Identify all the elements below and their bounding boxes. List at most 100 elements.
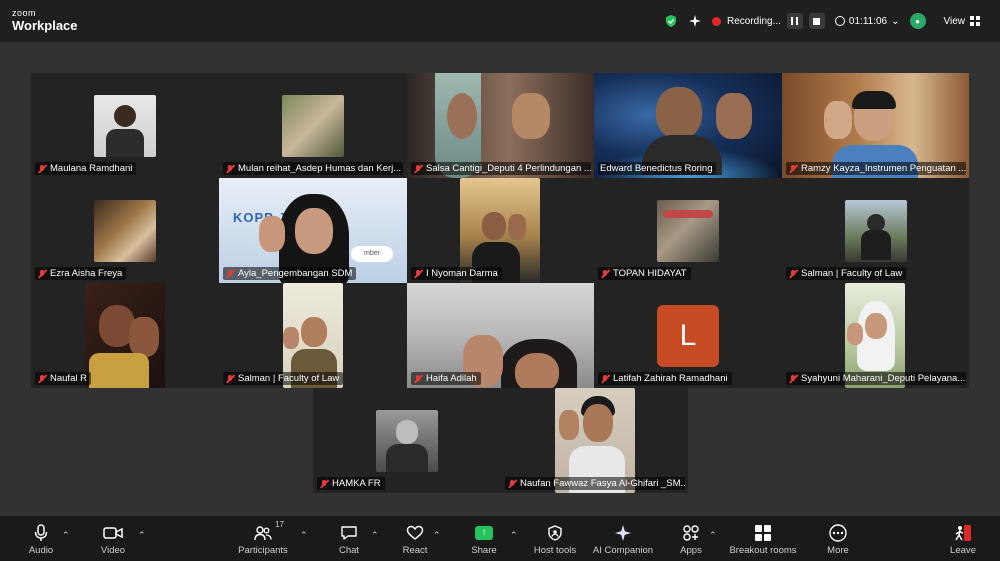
- participant-tile[interactable]: Salman | Faculty of Law: [219, 283, 407, 388]
- top-right-controls: Recording... 01:11:06 ⌄ ● View: [664, 0, 980, 42]
- mic-muted-icon: [225, 269, 235, 279]
- heart-react-icon: [406, 525, 424, 540]
- react-button[interactable]: React: [396, 516, 434, 561]
- participant-tile[interactable]: L Latifah Zahirah Ramadhani: [594, 283, 782, 388]
- breakout-rooms-icon: [755, 524, 771, 541]
- zoom-meeting-window: zoom Workplace Recording... 01:11:06 ⌄ ●…: [0, 0, 1000, 561]
- participant-name: Ramzy Kayza_Instrumen Penguatan ...: [786, 162, 966, 175]
- stop-recording-button[interactable]: [808, 13, 825, 29]
- participant-name: HAMKA FR: [317, 477, 385, 490]
- audio-options-chevron-icon[interactable]: ⌃: [62, 530, 70, 540]
- recording-label: Recording...: [727, 15, 781, 27]
- audio-button[interactable]: Audio: [22, 516, 60, 561]
- breakout-rooms-button[interactable]: Breakout rooms: [728, 516, 798, 561]
- avatar: [282, 95, 344, 157]
- mic-muted-icon: [225, 164, 235, 174]
- apps-options-chevron-icon[interactable]: ⌃: [709, 530, 717, 540]
- participant-tile[interactable]: Syahyuni Maharani_Deputi Pelayana...: [782, 283, 969, 388]
- video-camera-icon: [103, 526, 123, 539]
- video-feed: [85, 283, 165, 388]
- participant-tile[interactable]: Naufal R: [31, 283, 219, 388]
- video-button[interactable]: Video: [94, 516, 132, 561]
- participant-name: Mulan reihat_Asdep Humas dan Kerj...: [223, 162, 403, 175]
- video-label: Video: [100, 544, 126, 556]
- participant-name: Salman | Faculty of Law: [223, 372, 344, 385]
- ai-companion-button[interactable]: AI Companion: [590, 516, 656, 561]
- participants-count: 17: [275, 519, 284, 529]
- participant-tile[interactable]: Naufan Fawwaz Fasya Al-Ghifari _SM...: [501, 388, 688, 493]
- stop-icon: [813, 17, 821, 25]
- cloud-recording-icon: [712, 16, 721, 26]
- participant-tile-active-speaker[interactable]: Edward Benedictus Roring: [594, 73, 782, 178]
- more-button[interactable]: More: [820, 516, 856, 561]
- participant-tile[interactable]: Salsa Cantigi_Deputi 4 Perlindungan ...: [407, 73, 594, 178]
- participants-options-chevron-icon[interactable]: ⌃: [300, 530, 308, 540]
- participant-tile[interactable]: TOPAN HIDAYAT: [594, 178, 782, 283]
- participant-tile[interactable]: Mulan reihat_Asdep Humas dan Kerj...: [219, 73, 407, 178]
- mic-muted-icon: [319, 479, 329, 489]
- participant-tile[interactable]: Salman | Faculty of Law: [782, 178, 969, 283]
- participant-name: Ezra Aisha Freya: [35, 267, 127, 280]
- meeting-timer[interactable]: 01:11:06 ⌄: [834, 15, 900, 27]
- mic-muted-icon: [37, 269, 47, 279]
- participant-tile[interactable]: HAMKA FR: [313, 388, 501, 493]
- mic-muted-icon: [788, 269, 798, 279]
- pause-recording-button[interactable]: [786, 13, 803, 29]
- video-options-chevron-icon[interactable]: ⌃: [138, 530, 146, 540]
- participants-button[interactable]: 17 Participants: [233, 516, 293, 561]
- participants-label: Participants: [238, 544, 288, 556]
- leave-button[interactable]: Leave: [944, 516, 982, 561]
- participant-name: Naufan Fawwaz Fasya Al-Ghifari _SM...: [505, 477, 685, 490]
- audio-label: Audio: [28, 544, 54, 556]
- participant-tile[interactable]: Ezra Aisha Freya: [31, 178, 219, 283]
- participant-name: Maulana Ramdhani: [35, 162, 137, 175]
- mic-muted-icon: [413, 269, 423, 279]
- mic-muted-icon: [37, 374, 47, 384]
- zoom-logo: zoom Workplace: [12, 9, 78, 33]
- share-screen-icon: ↑: [475, 525, 493, 540]
- participant-tile[interactable]: Haifa Adilah: [407, 283, 594, 388]
- mic-muted-icon: [600, 269, 610, 279]
- mic-muted-icon: [600, 374, 610, 384]
- share-label: Share: [471, 544, 497, 556]
- view-button[interactable]: View: [944, 16, 980, 27]
- chat-button[interactable]: Chat: [330, 516, 368, 561]
- react-options-chevron-icon[interactable]: ⌃: [433, 530, 441, 540]
- avatar: [845, 200, 907, 262]
- breakout-rooms-label: Breakout rooms: [729, 544, 797, 556]
- leave-label: Leave: [950, 544, 976, 556]
- top-bar: zoom Workplace Recording... 01:11:06 ⌄ ●…: [0, 0, 1000, 42]
- mic-muted-icon: [788, 374, 798, 384]
- participant-tile[interactable]: Ramzy Kayza_Instrumen Penguatan ...: [782, 73, 969, 178]
- participant-name: Salman | Faculty of Law: [786, 267, 907, 280]
- brand-line2: Workplace: [12, 18, 78, 33]
- apps-button[interactable]: Apps: [672, 516, 710, 561]
- chat-options-chevron-icon[interactable]: ⌃: [371, 530, 379, 540]
- participant-tile[interactable]: KOPP JABAR mber Ayla_Pengembangan SDM: [219, 178, 407, 283]
- participants-icon: [254, 525, 272, 540]
- host-tools-button[interactable]: Host tools: [530, 516, 580, 561]
- mic-muted-icon: [413, 374, 423, 384]
- meeting-info-icon[interactable]: ●: [909, 13, 926, 29]
- timer-value: 01:11:06: [848, 15, 888, 27]
- share-options-chevron-icon[interactable]: ⌃: [510, 530, 518, 540]
- ai-sparkle-icon[interactable]: [688, 14, 702, 28]
- participant-tile[interactable]: Maulana Ramdhani: [31, 73, 219, 178]
- participant-name: Haifa Adilah: [411, 372, 481, 385]
- apps-label: Apps: [680, 544, 702, 556]
- recording-indicator[interactable]: Recording...: [712, 13, 825, 29]
- pause-icon: [791, 17, 799, 25]
- encryption-shield-icon[interactable]: [664, 14, 678, 28]
- avatar: [94, 200, 156, 262]
- participant-name: Syahyuni Maharani_Deputi Pelayana...: [786, 372, 966, 385]
- participant-name: Naufal R: [35, 372, 91, 385]
- more-label: More: [827, 544, 849, 556]
- mic-muted-icon: [37, 164, 47, 174]
- participant-tile[interactable]: I Nyoman Darma: [407, 178, 594, 283]
- chat-bubble-icon: [341, 525, 357, 540]
- microphone-icon: [34, 523, 48, 541]
- participant-name: Ayla_Pengembangan SDM: [223, 267, 357, 280]
- share-button[interactable]: ↑ Share: [465, 516, 503, 561]
- avatar: [94, 95, 156, 157]
- clock-icon: [834, 16, 845, 26]
